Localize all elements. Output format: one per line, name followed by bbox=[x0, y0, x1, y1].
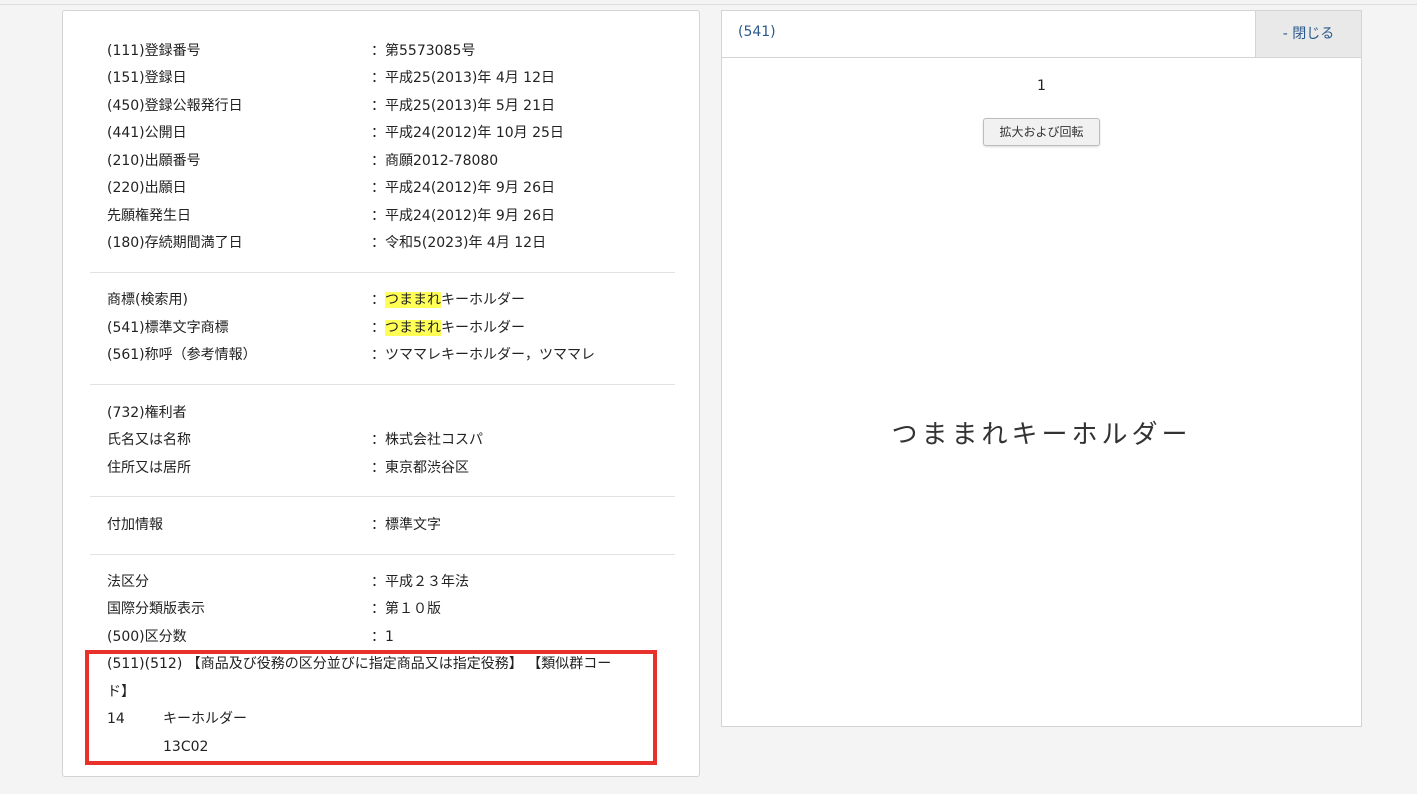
field-label: (541)標準文字商標 bbox=[107, 320, 229, 336]
field-value: ：つままれキーホルダー bbox=[371, 320, 525, 336]
field-label: 商標(検索用) bbox=[107, 292, 188, 308]
field-label: (220)出願日 bbox=[107, 180, 187, 196]
field-value: ：標準文字 bbox=[371, 517, 441, 533]
image-panel-header: (541) - 閉じる bbox=[722, 11, 1361, 58]
field-label: 付加情報 bbox=[107, 517, 163, 533]
field-value: ：第5573085号 bbox=[371, 43, 476, 59]
field-label: (111)登録番号 bbox=[107, 43, 201, 59]
field-label: (210)出願番号 bbox=[107, 153, 201, 169]
field-label: 氏名又は名称 bbox=[107, 432, 191, 448]
field-value: ：平成24(2012)年 9月 26日 bbox=[371, 180, 555, 196]
field-value: ：平成24(2012)年 10月 25日 bbox=[371, 125, 564, 141]
field-label: 住所又は居所 bbox=[107, 460, 191, 476]
field-value: ：平成２３年法 bbox=[371, 574, 469, 590]
field-label: (180)存続期間満了日 bbox=[107, 235, 243, 251]
field-value: ：平成25(2013)年 4月 12日 bbox=[371, 70, 555, 86]
section-divider bbox=[90, 272, 675, 273]
field-label: (441)公開日 bbox=[107, 125, 187, 141]
annotation-highlight-box bbox=[85, 650, 657, 765]
section-divider bbox=[90, 496, 675, 497]
field-value: ：つままれキーホルダー bbox=[371, 292, 525, 308]
field-value: ：ツママレキーホルダー，ツママレ bbox=[371, 347, 595, 363]
field-value: ：東京都渋谷区 bbox=[371, 460, 469, 476]
page-number: 1 bbox=[1037, 78, 1046, 94]
field-label: 国際分類版表示 bbox=[107, 601, 205, 617]
field-label: 先願権発生日 bbox=[107, 208, 191, 224]
field-value: ：商願2012-78080 bbox=[371, 153, 499, 169]
field-value: ：株式会社コスパ bbox=[371, 432, 483, 448]
top-divider bbox=[0, 4, 1417, 5]
section-divider bbox=[90, 554, 675, 555]
field-value: ：令和5(2023)年 4月 12日 bbox=[371, 235, 547, 251]
field-value: ：平成24(2012)年 9月 26日 bbox=[371, 208, 555, 224]
search-highlight: つままれ bbox=[385, 292, 441, 308]
trademark-image-panel: (541) - 閉じる 1 拡大および回転 つままれキーホルダー bbox=[721, 10, 1362, 727]
section-divider bbox=[90, 384, 675, 385]
field-label: (151)登録日 bbox=[107, 70, 187, 86]
field-label: (450)登録公報発行日 bbox=[107, 98, 243, 114]
field-label: 法区分 bbox=[107, 574, 149, 590]
field-label: (500)区分数 bbox=[107, 629, 187, 645]
search-highlight: つままれ bbox=[385, 320, 441, 336]
zoom-rotate-button[interactable]: 拡大および回転 bbox=[983, 118, 1100, 146]
trademark-image: つままれキーホルダー bbox=[891, 420, 1192, 450]
trademark-details-panel: (111)登録番号 ：第5573085号 (151)登録日 ：平成25(2013… bbox=[62, 10, 700, 777]
image-panel-title: (541) bbox=[738, 24, 776, 40]
close-button[interactable]: - 閉じる bbox=[1255, 11, 1361, 57]
field-value: ：第１０版 bbox=[371, 601, 441, 617]
field-label: (561)称呼（参考情報） bbox=[107, 347, 257, 363]
field-value: ：平成25(2013)年 5月 21日 bbox=[371, 98, 555, 114]
field-value: ：1 bbox=[371, 629, 394, 645]
